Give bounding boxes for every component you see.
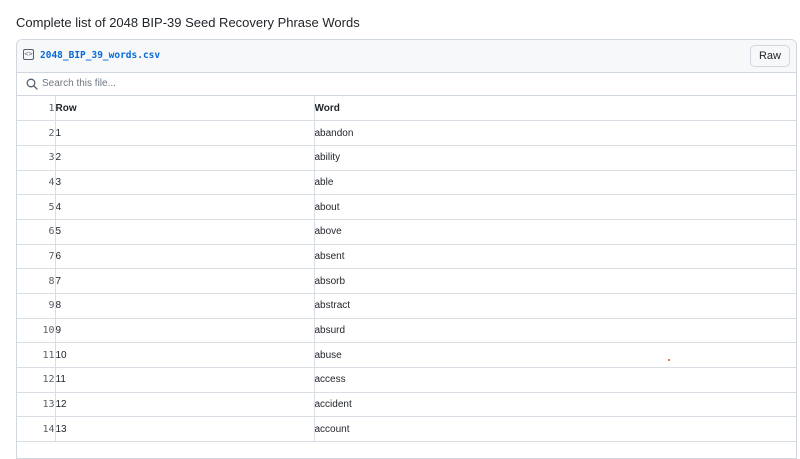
line-number[interactable]: 3 [17, 145, 55, 171]
word-cell: accident [313, 392, 796, 418]
raw-button[interactable]: Raw [749, 45, 790, 67]
row-cell: 1 [54, 120, 314, 146]
table-row: 6 5 above [17, 219, 796, 245]
word-cell: ability [313, 145, 796, 171]
file-name-link[interactable]: 2048_BIP_39_words.csv [40, 50, 160, 61]
row-cell: 4 [54, 194, 314, 220]
line-number[interactable]: 7 [17, 244, 55, 270]
search-bar [17, 73, 796, 96]
line-number[interactable]: 5 [17, 194, 55, 220]
row-cell: 11 [54, 367, 314, 393]
table-row: 2 1 abandon [17, 120, 796, 146]
line-number[interactable]: 12 [17, 367, 55, 393]
word-cell: abstract [313, 293, 796, 319]
word-cell: access [313, 367, 796, 393]
table-row: 11 10 abuse [17, 342, 796, 369]
row-cell: 10 [54, 342, 314, 369]
row-cell: 5 [54, 219, 314, 245]
search-input[interactable] [42, 75, 742, 92]
line-number[interactable]: 1 [17, 96, 55, 122]
row-cell: 9 [54, 318, 314, 344]
search-icon [26, 78, 38, 90]
table-body: 2 1 abandon 3 2 ability 4 3 able 5 4 about 6 5 above 7 6… [17, 120, 796, 443]
row-cell: 12 [54, 392, 314, 418]
table-row: 3 2 ability [17, 145, 796, 171]
row-cell: 3 [54, 170, 314, 196]
table-header-row: 1 Row Word [17, 96, 796, 122]
line-number[interactable]: 13 [17, 392, 55, 418]
word-cell: abandon [313, 120, 796, 146]
row-cell: 6 [54, 244, 314, 270]
page-title: Complete list of 2048 BIP-39 Seed Recove… [16, 15, 360, 30]
row-cell: 7 [54, 268, 314, 294]
word-cell: abuse [313, 342, 796, 369]
table-row: 9 8 abstract [17, 293, 796, 319]
word-cell: absorb [313, 268, 796, 294]
table-row: 12 11 access [17, 367, 796, 393]
column-header-word: Word [313, 96, 796, 122]
line-number[interactable]: 4 [17, 170, 55, 196]
word-cell: absurd [313, 318, 796, 344]
file-header: <> 2048_BIP_39_words.csv Raw [17, 40, 796, 73]
table-row: 10 9 absurd [17, 318, 796, 344]
table-row: 13 12 accident [17, 392, 796, 418]
file-viewer: <> 2048_BIP_39_words.csv Raw 1 Row Word … [16, 39, 797, 459]
row-cell: 8 [54, 293, 314, 319]
line-number[interactable]: 8 [17, 268, 55, 294]
table-row: 5 4 about [17, 194, 796, 220]
table-row: 4 3 able [17, 170, 796, 196]
cursor-dot [668, 359, 670, 361]
table-row: 7 6 absent [17, 244, 796, 270]
word-cell: absent [313, 244, 796, 270]
word-cell: above [313, 219, 796, 245]
word-cell: about [313, 194, 796, 220]
code-file-icon: <> [23, 49, 34, 60]
row-cell: 2 [54, 145, 314, 171]
line-number[interactable]: 11 [17, 342, 55, 369]
csv-table: 1 Row Word 2 1 abandon 3 2 ability 4 3 able 5 4 abo… [17, 96, 796, 443]
line-number[interactable]: 2 [17, 120, 55, 146]
line-number[interactable]: 9 [17, 293, 55, 319]
word-cell: able [313, 170, 796, 196]
table-row: 8 7 absorb [17, 268, 796, 294]
line-number[interactable]: 6 [17, 219, 55, 245]
line-number[interactable]: 10 [17, 318, 55, 344]
column-header-row: Row [54, 96, 314, 122]
